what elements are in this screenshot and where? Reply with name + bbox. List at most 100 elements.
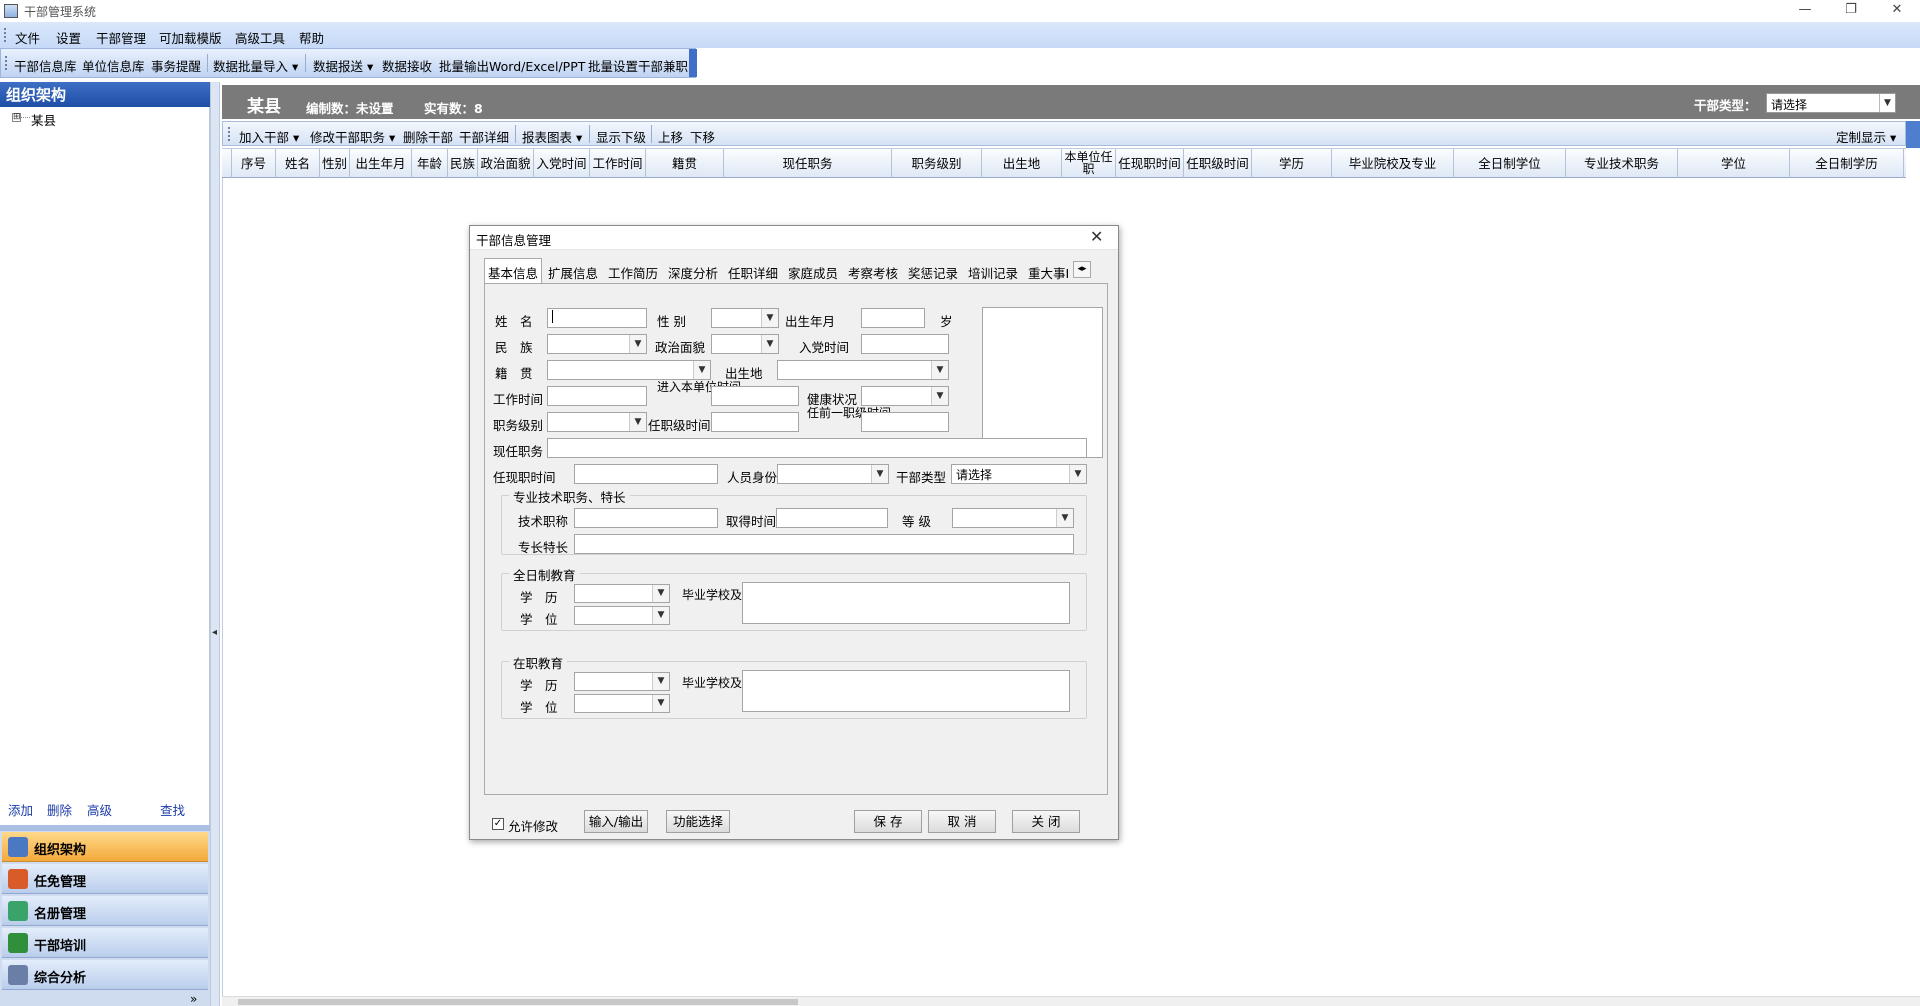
cadre-type-select[interactable]: 请选择 ▼: [1766, 93, 1896, 113]
birthplace-select[interactable]: ▼: [777, 360, 949, 380]
report-chart-button[interactable]: 报表图表 ▾: [522, 127, 582, 146]
column-header[interactable]: 任现职时间: [1116, 149, 1184, 178]
column-header[interactable]: 出生年月: [350, 149, 412, 178]
get-time-field[interactable]: [776, 508, 888, 528]
tab-position-detail[interactable]: 任职详细: [728, 260, 778, 282]
specialty-field[interactable]: [574, 534, 1074, 554]
grid-overflow-button[interactable]: [1906, 121, 1920, 148]
toolbar-batch-export[interactable]: 批量输出Word/Excel/PPT: [439, 56, 585, 75]
menu-help[interactable]: 帮助: [299, 28, 324, 47]
politics-select[interactable]: ▼: [711, 334, 779, 354]
work-time-field[interactable]: [547, 386, 647, 406]
photo-box[interactable]: [982, 307, 1103, 458]
rank-select[interactable]: ▼: [547, 412, 647, 432]
parttime-school-field[interactable]: [742, 670, 1070, 712]
add-link[interactable]: 添加: [8, 800, 33, 819]
tab-family[interactable]: 家庭成员: [788, 260, 838, 282]
dialog-close-icon[interactable]: ✕: [1090, 227, 1103, 246]
save-button[interactable]: 保 存: [854, 810, 922, 833]
column-header[interactable]: 任职级时间: [1184, 149, 1252, 178]
panel-splitter[interactable]: ◂: [210, 82, 220, 1006]
cadre-type-field-select[interactable]: 请选择 ▼: [951, 464, 1087, 484]
allow-edit-checkbox[interactable]: ✓: [492, 818, 504, 830]
tab-assessment[interactable]: 考察考核: [848, 260, 898, 282]
nav-org-structure[interactable]: 组织架构: [2, 832, 208, 862]
column-header[interactable]: 专业技术职务: [1566, 149, 1678, 178]
io-button[interactable]: 输入/输出: [584, 810, 648, 833]
close-window-button[interactable]: ✕: [1874, 0, 1920, 22]
party-field[interactable]: [861, 334, 949, 354]
horizontal-scrollbar[interactable]: [222, 996, 1920, 1006]
nav-roster[interactable]: 名册管理: [2, 896, 208, 926]
cancel-button[interactable]: 取 消: [928, 810, 996, 833]
column-header[interactable]: 籍贯: [646, 149, 724, 178]
menu-file[interactable]: 文件: [15, 28, 40, 47]
custom-display-button[interactable]: 定制显示 ▾: [1836, 127, 1896, 146]
tree-node-county[interactable]: 某县: [31, 110, 56, 129]
collapse-arrow-icon[interactable]: ◂: [212, 627, 217, 638]
cadre-detail-button[interactable]: 干部详细: [459, 127, 509, 146]
toolbar-overflow[interactable]: [689, 49, 697, 77]
toolbar-reminders[interactable]: 事务提醒: [151, 56, 201, 75]
identity-select[interactable]: ▼: [777, 464, 889, 484]
parttime-degree-select[interactable]: ▼: [574, 694, 670, 713]
birth-field[interactable]: [861, 308, 925, 328]
toolbar-batch-concurrent[interactable]: 批量设置干部兼职: [588, 56, 688, 75]
tab-extended-info[interactable]: 扩展信息: [548, 260, 598, 282]
toolbar-batch-import[interactable]: 数据批量导入 ▾: [213, 56, 298, 75]
column-header[interactable]: 工作时间: [590, 149, 646, 178]
function-select-button[interactable]: 功能选择: [666, 810, 730, 833]
move-up-button[interactable]: 上移: [658, 127, 683, 146]
column-header[interactable]: 序号: [232, 149, 276, 178]
tab-basic-info[interactable]: 基本信息: [484, 258, 543, 283]
nav-appointment[interactable]: 任免管理: [2, 864, 208, 894]
column-header[interactable]: 民族: [448, 149, 478, 178]
search-link[interactable]: 查找: [160, 800, 185, 819]
fulltime-degree-select[interactable]: ▼: [574, 606, 670, 625]
column-header[interactable]: 现任职务: [724, 149, 892, 178]
scrollbar-thumb[interactable]: [238, 999, 798, 1005]
restore-button[interactable]: ❐: [1828, 0, 1874, 22]
toolbar-cadre-db[interactable]: 干部信息库: [14, 56, 77, 75]
enter-unit-field[interactable]: [711, 386, 799, 406]
toolbar-data-receive[interactable]: 数据接收: [382, 56, 432, 75]
close-button[interactable]: 关 闭: [1012, 810, 1080, 833]
delete-cadre-button[interactable]: 删除干部: [403, 127, 453, 146]
position-field[interactable]: [547, 438, 1087, 458]
ethnic-select[interactable]: ▼: [547, 334, 647, 354]
sex-select[interactable]: ▼: [711, 308, 779, 328]
tab-resume[interactable]: 工作简历: [608, 260, 658, 282]
column-header[interactable]: 毕业院校及专业: [1332, 149, 1454, 178]
tech-title-field[interactable]: [574, 508, 718, 528]
fulltime-school-field[interactable]: [742, 582, 1070, 624]
rank-time-field[interactable]: [711, 412, 799, 432]
nav-splitter[interactable]: [0, 825, 210, 831]
add-cadre-button[interactable]: 加入干部 ▾: [239, 127, 299, 146]
column-header[interactable]: 职务级别: [892, 149, 982, 178]
toolbar-data-report[interactable]: 数据报送 ▾: [313, 56, 373, 75]
prev-rank-time-field[interactable]: [861, 412, 949, 432]
column-header[interactable]: 出生地: [982, 149, 1062, 178]
menu-cadre-management[interactable]: 干部管理: [96, 28, 146, 47]
menu-advanced-tools[interactable]: 高级工具: [235, 28, 285, 47]
delete-link[interactable]: 删除: [47, 800, 72, 819]
show-subordinates-button[interactable]: 显示下级: [596, 127, 646, 146]
tab-deep-analysis[interactable]: 深度分析: [668, 260, 718, 282]
tab-training[interactable]: 培训记录: [968, 260, 1018, 282]
column-header[interactable]: 政治面貌: [478, 149, 534, 178]
menu-templates[interactable]: 可加载模版: [159, 28, 222, 47]
level-select[interactable]: ▼: [952, 508, 1074, 528]
column-header[interactable]: 年龄: [412, 149, 448, 178]
fulltime-edu-select[interactable]: ▼: [574, 584, 670, 603]
native-select[interactable]: ▼: [547, 360, 711, 380]
column-header[interactable]: 本单位任职: [1062, 149, 1116, 178]
tab-rewards[interactable]: 奖惩记录: [908, 260, 958, 282]
pos-time-field[interactable]: [574, 464, 718, 484]
column-header[interactable]: 入党时间: [534, 149, 590, 178]
nav-training[interactable]: 干部培训: [2, 928, 208, 958]
column-header[interactable]: 全日制学位: [1454, 149, 1566, 178]
name-field[interactable]: [547, 308, 647, 328]
column-header[interactable]: 姓名: [276, 149, 320, 178]
nav-more-chevron-icon[interactable]: »: [190, 992, 197, 1006]
health-select[interactable]: ▼: [861, 386, 949, 406]
